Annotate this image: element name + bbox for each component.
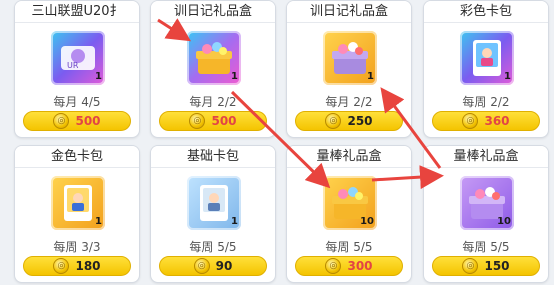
- card-title: 量棒礼品盒: [424, 146, 548, 168]
- shop-card-color-pack[interactable]: 彩色卡包 1 每周 2/2 ◎ 360: [423, 0, 549, 138]
- svg-text:UR: UR: [67, 61, 79, 70]
- item-wrap: 1: [187, 31, 241, 85]
- coin-icon: ◎: [462, 258, 479, 274]
- coin-icon: ◎: [462, 113, 479, 129]
- item-wrap: UR 1: [51, 31, 105, 85]
- buy-button[interactable]: ◎ 150: [432, 256, 540, 276]
- item-wrap: 1: [323, 31, 377, 85]
- coin-icon: ◎: [53, 113, 70, 129]
- quantity-badge: 1: [367, 71, 374, 82]
- shop-card-giftbox-4[interactable]: 量棒礼品盒 10 每周 5/5 ◎ 150: [423, 145, 549, 283]
- buy-button[interactable]: ◎ 500: [23, 111, 131, 131]
- card-title: 量棒礼品盒: [287, 146, 411, 168]
- shop-card-giftbox-3[interactable]: 量棒礼品盒 10 每周 5/5 ◎ 300: [286, 145, 412, 283]
- card-title: 金色卡包: [15, 146, 139, 168]
- quantity-badge: 1: [95, 71, 102, 82]
- quantity-badge: 1: [504, 71, 511, 82]
- purchase-limit: 每周 5/5: [462, 240, 510, 254]
- coin-icon: ◎: [325, 258, 342, 274]
- price-label: 500: [75, 114, 101, 128]
- shop-card-ticket[interactable]: 三山联盟U20扌 UR 1 每月 4/5 ◎ 500: [14, 0, 140, 138]
- card-title: 彩色卡包: [424, 1, 548, 23]
- item-wrap: 1: [187, 176, 241, 230]
- shop-card-basic-pack[interactable]: 基础卡包 1 每周 5/5 ◎ 90: [150, 145, 276, 283]
- purchase-limit: 每周 2/2: [462, 95, 510, 109]
- buy-button[interactable]: ◎ 360: [432, 111, 540, 131]
- card-title: 基础卡包: [151, 146, 275, 168]
- item-wrap: 1: [51, 176, 105, 230]
- card-title: 三山联盟U20扌: [15, 1, 139, 23]
- buy-button[interactable]: ◎ 500: [159, 111, 267, 131]
- buy-button[interactable]: ◎ 90: [159, 256, 267, 276]
- purchase-limit: 每月 2/2: [189, 95, 237, 109]
- purchase-limit: 每周 3/3: [53, 240, 101, 254]
- item-wrap: 10: [460, 176, 514, 230]
- card-title: 训日记礼品盒: [287, 1, 411, 23]
- quantity-badge: 10: [497, 216, 511, 227]
- purchase-limit: 每月 4/5: [53, 95, 101, 109]
- price-label: 360: [484, 114, 510, 128]
- quantity-badge: 1: [95, 216, 102, 227]
- quantity-badge: 1: [231, 71, 238, 82]
- buy-button[interactable]: ◎ 180: [23, 256, 131, 276]
- shop-card-giftbox-2[interactable]: 训日记礼品盒 1 每月 2/2 ◎ 250: [286, 0, 412, 138]
- price-label: 500: [211, 114, 237, 128]
- shop-card-giftbox-1[interactable]: 训日记礼品盒 1 每月 2/2 ◎ 500: [150, 0, 276, 138]
- price-label: 90: [215, 259, 233, 273]
- item-wrap: 1: [460, 31, 514, 85]
- purchase-limit: 每周 5/5: [189, 240, 237, 254]
- item-wrap: 10: [323, 176, 377, 230]
- buy-button[interactable]: ◎ 250: [295, 111, 403, 131]
- price-label: 180: [75, 259, 101, 273]
- quantity-badge: 1: [231, 216, 238, 227]
- buy-button[interactable]: ◎ 300: [295, 256, 403, 276]
- purchase-limit: 每月 2/2: [325, 95, 373, 109]
- price-label: 250: [347, 114, 373, 128]
- price-label: 300: [347, 259, 373, 273]
- quantity-badge: 10: [360, 216, 374, 227]
- coin-icon: ◎: [193, 258, 210, 274]
- coin-icon: ◎: [325, 113, 342, 129]
- shop-card-gold-pack[interactable]: 金色卡包 1 每周 3/3 ◎ 180: [14, 145, 140, 283]
- coin-icon: ◎: [189, 113, 206, 129]
- card-title: 训日记礼品盒: [151, 1, 275, 23]
- coin-icon: ◎: [53, 258, 70, 274]
- purchase-limit: 每周 5/5: [325, 240, 373, 254]
- price-label: 150: [484, 259, 510, 273]
